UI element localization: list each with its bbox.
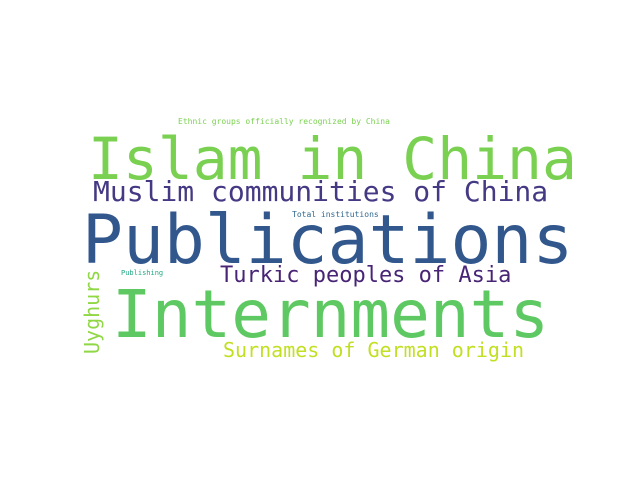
word-uyghurs: Uyghurs <box>80 269 104 354</box>
word-cloud: Ethnic groups officially recognized by C… <box>0 0 640 480</box>
word-surnames: Surnames of German origin <box>223 338 525 362</box>
